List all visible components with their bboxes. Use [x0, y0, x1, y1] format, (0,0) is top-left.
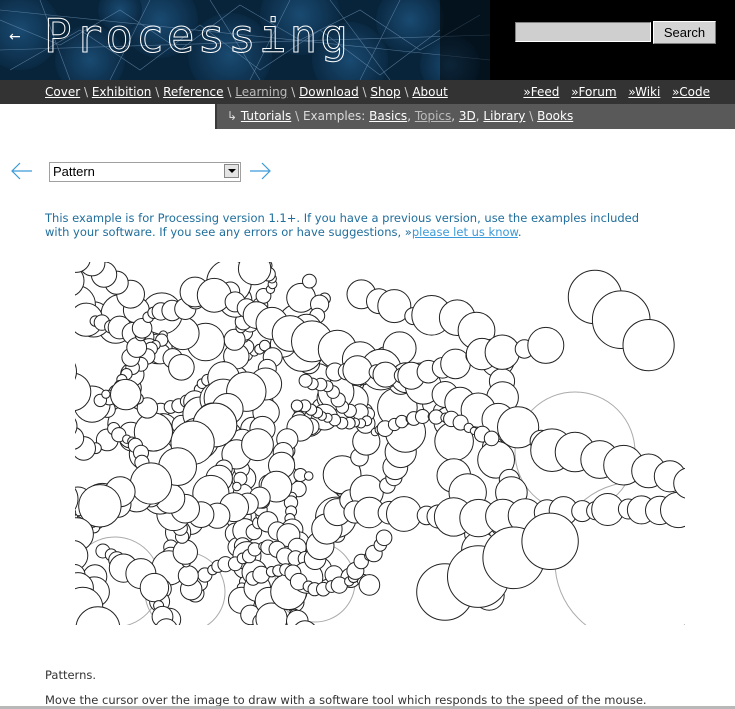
- subnav-tutorials[interactable]: Tutorials: [241, 109, 291, 123]
- sketch-circle: [415, 409, 430, 424]
- wiki-link[interactable]: »Wiki: [628, 85, 660, 99]
- version-note: This example is for Processing version 1…: [45, 211, 665, 239]
- example-description: Move the cursor over the image to draw w…: [45, 693, 647, 707]
- sketch-circle: [177, 565, 199, 587]
- nav-separator: \: [83, 85, 89, 99]
- search-button[interactable]: Search: [653, 21, 716, 44]
- nav-shop[interactable]: Shop: [370, 85, 400, 99]
- pattern-sketch-canvas[interactable]: [75, 262, 685, 625]
- sketch-circle: [139, 572, 170, 603]
- sketch-circle: [375, 529, 393, 547]
- nav-learning[interactable]: Learning: [235, 85, 287, 99]
- sketch-circle: [110, 378, 142, 411]
- primary-links: Cover \ Exhibition \ Reference \ Learnin…: [45, 85, 448, 99]
- sketch-circle: [298, 373, 313, 388]
- code-link[interactable]: »Code: [672, 85, 710, 99]
- sketch-circle: [521, 512, 579, 570]
- subnav-links: ↳ Tutorials \ Examples: Basics, Topics, …: [227, 109, 574, 123]
- nav-download[interactable]: Download: [299, 85, 359, 99]
- main-nav: Cover \ Exhibition \ Reference \ Learnin…: [0, 80, 735, 104]
- subnav-separator: \: [295, 109, 300, 123]
- nav-separator: \: [362, 85, 367, 99]
- sketch-circle: [483, 430, 500, 447]
- nav-reference[interactable]: Reference: [163, 85, 223, 99]
- sketch-circle: [129, 462, 173, 505]
- prev-arrow-icon[interactable]: [10, 158, 34, 184]
- sketch-circle: [232, 481, 242, 492]
- sub-nav: ↳ Tutorials \ Examples: Basics, Topics, …: [215, 104, 735, 129]
- nav-separator: \: [227, 85, 232, 99]
- sketch-circle: [303, 471, 314, 481]
- nav-separator: \: [155, 85, 160, 99]
- sketch-circle: [302, 273, 317, 289]
- sketch-circle: [358, 574, 381, 596]
- subnav-basics[interactable]: Basics: [369, 109, 407, 123]
- sketch-circle: [527, 326, 565, 364]
- back-arrow-icon[interactable]: ←: [9, 29, 21, 45]
- nav-separator: \: [291, 85, 296, 99]
- subnav-library[interactable]: Library: [483, 109, 525, 123]
- sketch-circle: [290, 399, 304, 412]
- nav-about[interactable]: About: [412, 85, 447, 99]
- feed-links: »Feed »Forum »Wiki »Code: [515, 85, 710, 99]
- subnav-books[interactable]: Books: [537, 109, 573, 123]
- next-arrow-icon[interactable]: [248, 158, 272, 184]
- feedback-link[interactable]: please let us know: [412, 225, 518, 239]
- sketch-circle: [172, 539, 199, 565]
- sketch-circle: [386, 496, 422, 532]
- sketch-circle: [241, 428, 274, 462]
- subnav-examples-label: Examples:: [302, 109, 366, 123]
- sketch-circle: [342, 355, 373, 386]
- site-logo[interactable]: Processing: [44, 6, 351, 66]
- example-select-value: Pattern: [53, 164, 95, 179]
- subnav-arrow-icon: ↳: [227, 109, 238, 123]
- forum-link[interactable]: »Forum: [571, 85, 616, 99]
- nav-exhibition[interactable]: Exhibition: [92, 85, 152, 99]
- sketch-circle: [126, 337, 148, 358]
- example-select[interactable]: Pattern: [49, 162, 241, 182]
- search-input[interactable]: [515, 22, 651, 42]
- sketch-circle: [101, 389, 111, 399]
- sketch-circle: [168, 354, 195, 381]
- sketch-circle: [622, 319, 675, 372]
- subnav-3d[interactable]: 3D: [459, 109, 476, 123]
- logo-text: Processing: [44, 9, 351, 64]
- nav-cover[interactable]: Cover: [45, 85, 80, 99]
- sketch-circle: [484, 334, 520, 370]
- version-note-text: This example is for Processing version 1…: [45, 211, 640, 239]
- example-title: Patterns.: [45, 668, 97, 682]
- subnav-separator: \: [529, 109, 534, 123]
- subnav-topics[interactable]: Topics: [415, 109, 451, 123]
- chevron-down-icon[interactable]: [224, 164, 239, 178]
- site-header: ← Processing Search: [0, 0, 735, 80]
- nav-separator: \: [404, 85, 409, 99]
- example-navigator: Pattern: [0, 158, 735, 188]
- version-note-end: .: [517, 225, 522, 239]
- feed-link[interactable]: »Feed: [523, 85, 559, 99]
